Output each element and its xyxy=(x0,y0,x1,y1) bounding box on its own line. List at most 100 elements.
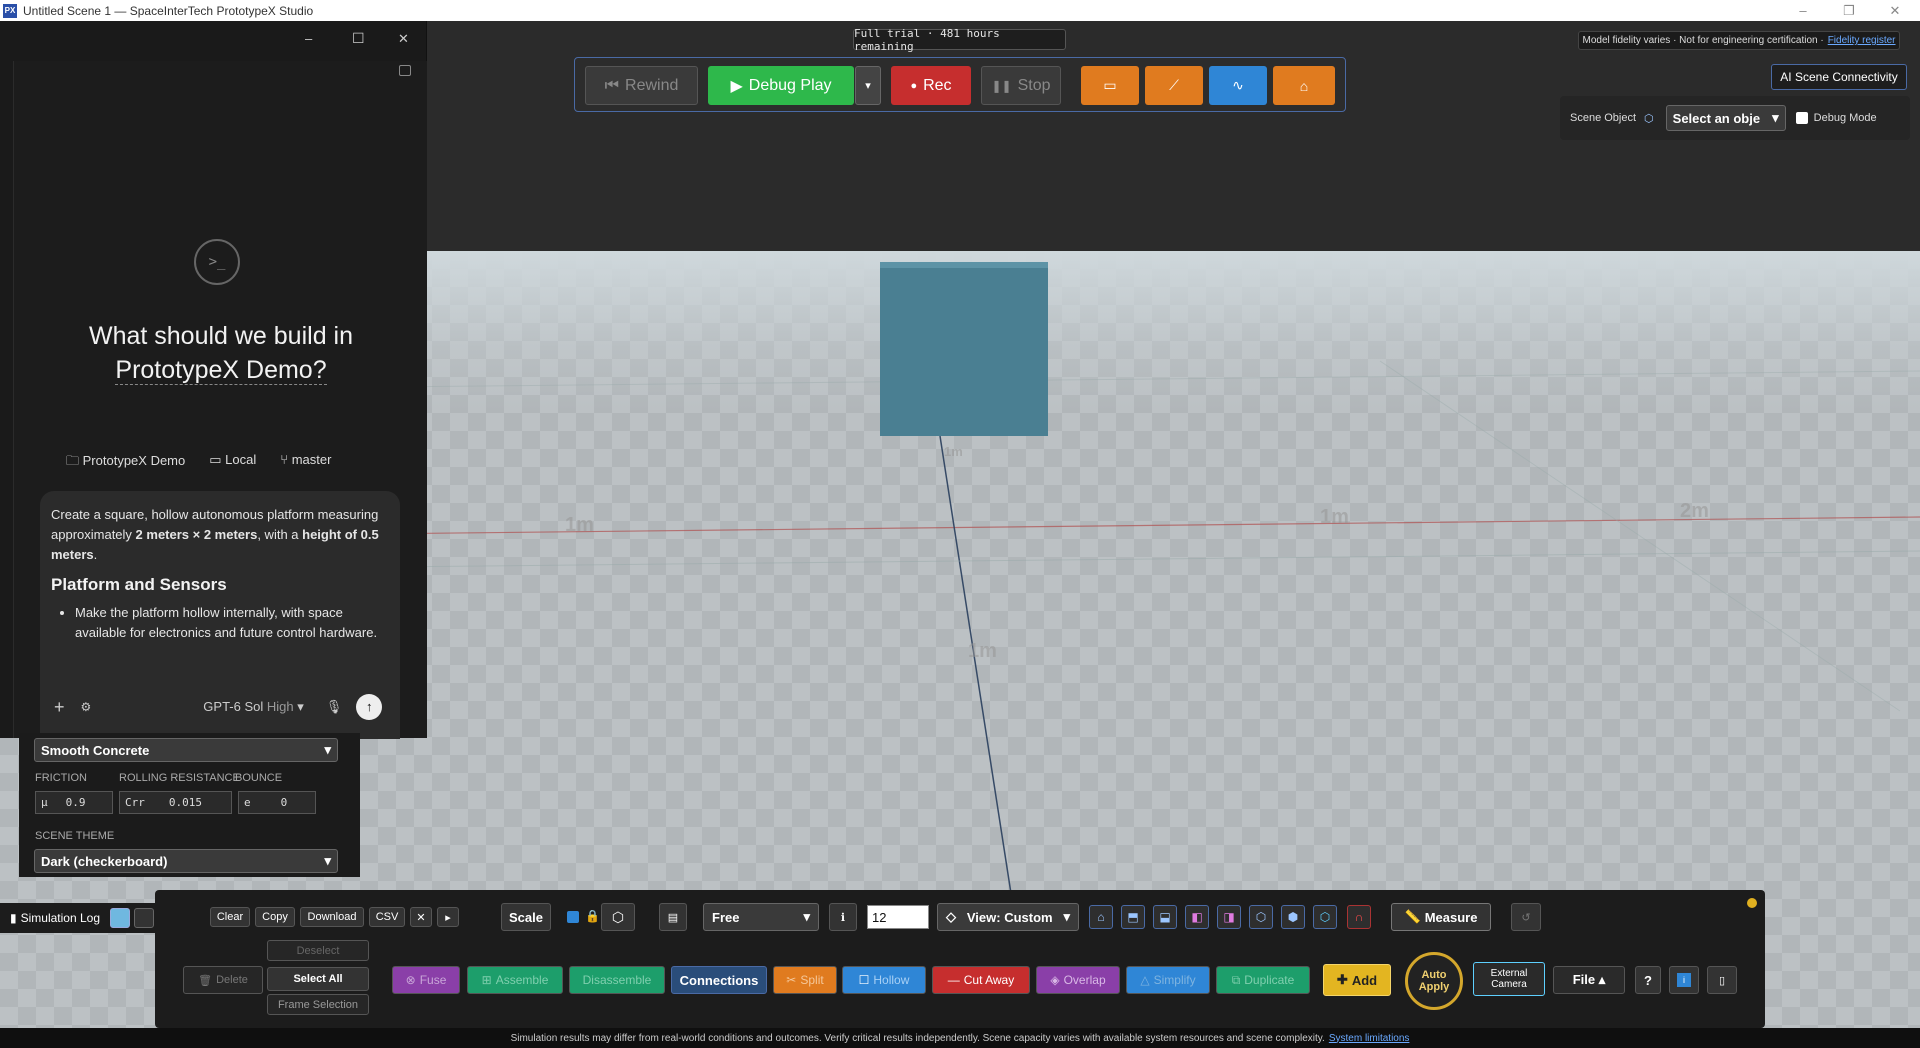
prompt-paragraph: Create a square, hollow autonomous platf… xyxy=(51,507,379,562)
rewind-button[interactable]: ⏮ Rewind xyxy=(585,66,698,105)
clipboard-button[interactable]: ▯ xyxy=(1707,966,1737,994)
simplify-button[interactable]: △ Simplify xyxy=(1126,966,1210,994)
friction-input[interactable]: μ 0.9 xyxy=(35,791,113,814)
play-options-dropdown[interactable]: ▾ xyxy=(855,66,881,105)
restore-icon[interactable]: ❐ xyxy=(1826,0,1872,21)
system-limitations-link[interactable]: System limitations xyxy=(1329,1033,1410,1044)
duplicate-button[interactable]: ⧉ Duplicate xyxy=(1216,966,1310,994)
chevron-down-icon: ▾ xyxy=(297,699,304,714)
deselect-button[interactable]: Deselect xyxy=(267,940,369,961)
disassemble-button[interactable]: Disassemble xyxy=(569,966,665,994)
cut-away-button[interactable]: — Cut Away xyxy=(932,966,1030,994)
project-link[interactable]: PrototypeX Demo? xyxy=(115,356,327,385)
chat-close-icon[interactable]: ✕ xyxy=(398,31,409,47)
prompt-editor[interactable]: Create a square, hollow autonomous platf… xyxy=(40,491,400,739)
view-left-icon[interactable]: ⬡ xyxy=(1249,905,1273,929)
debug-mode-checkbox[interactable] xyxy=(1795,112,1808,124)
sidebar-toggle-icon[interactable] xyxy=(399,65,411,76)
view-select[interactable]: ◇ View: Custom ▾ xyxy=(937,903,1079,931)
assemble-button[interactable]: ⊞ Assemble xyxy=(467,966,563,994)
split-button[interactable]: ✂ Split xyxy=(773,966,837,994)
3d-box-button[interactable]: ⬡ xyxy=(601,903,635,931)
scene-object-select[interactable]: Select an obje ▾ xyxy=(1665,105,1786,131)
info-button[interactable]: ℹ xyxy=(829,903,857,931)
transform-mode-select[interactable]: Free ▾ xyxy=(703,903,819,931)
info-panel-button[interactable]: i xyxy=(1669,966,1699,994)
prompt-list: Make the platform hollow internally, wit… xyxy=(51,603,389,643)
log-toggle[interactable] xyxy=(134,908,154,928)
chat-maximize-icon[interactable]: ☐ xyxy=(352,30,365,47)
clipboard-icon: ▯ xyxy=(1718,974,1726,987)
playback-toolbar: ⏮ Rewind ▶ Debug Play ▾ ● Rec ❚❚ Stop ▭ ⟋ ∿ … xyxy=(574,57,1346,112)
activity-button[interactable]: ∿ xyxy=(1209,66,1267,105)
close-log-icon[interactable]: ✕ xyxy=(410,907,432,927)
view-home-icon[interactable]: ⌂ xyxy=(1089,905,1113,929)
add-button[interactable]: ✚ Add xyxy=(1323,964,1391,996)
clear-log-button[interactable]: Clear xyxy=(210,907,250,927)
overlap-icon: ◈ xyxy=(1050,973,1060,987)
frame-selection-button[interactable]: Frame Selection xyxy=(267,994,369,1015)
close-icon[interactable]: ✕ xyxy=(1872,0,1918,21)
view-iso-icon[interactable]: ⬡ xyxy=(1313,905,1337,929)
download-log-button[interactable]: Download xyxy=(300,907,364,927)
model-selector[interactable]: GPT-6 Sol High ▾ xyxy=(203,697,304,717)
rolling-resistance-input[interactable]: Crr 0.015 xyxy=(119,791,232,814)
hollow-button[interactable]: ☐ Hollow xyxy=(842,966,926,994)
square-icon: ☐ xyxy=(858,973,870,987)
play-icon: ▶ xyxy=(730,77,743,95)
help-button[interactable]: ? xyxy=(1635,966,1661,994)
grid-size-input[interactable]: 12 xyxy=(867,905,929,929)
scene-theme-select[interactable]: Dark (checkerboard) ▾ xyxy=(34,849,338,873)
view-bottom-icon[interactable]: ⬓ xyxy=(1153,905,1177,929)
bounce-input[interactable]: e0 xyxy=(238,791,316,814)
record-button[interactable]: ● Rec xyxy=(891,66,971,105)
trash-icon: 🗑 xyxy=(198,974,213,987)
chat-minimize-icon[interactable]: – xyxy=(305,31,312,46)
auto-apply-button[interactable]: Auto Apply xyxy=(1405,952,1463,1010)
view-front-icon[interactable]: ◧ xyxy=(1185,905,1209,929)
fuse-button[interactable]: ⊗ Fuse xyxy=(392,966,460,994)
platform-cube[interactable] xyxy=(880,262,1048,436)
send-button[interactable]: ↑ xyxy=(356,694,383,720)
measure-button[interactable]: 📏 Measure xyxy=(1391,903,1491,931)
project-chip[interactable]: 🗀 PrototypeX Demo xyxy=(66,452,185,474)
file-menu-button[interactable]: File ▴ xyxy=(1553,966,1625,994)
settings-icon[interactable]: ⚙ xyxy=(81,697,92,717)
trial-badge: Full trial · 481 hours remaining xyxy=(853,27,1066,53)
fidelity-register-link[interactable]: Fidelity register xyxy=(1828,35,1896,46)
print-button[interactable]: ▤ xyxy=(659,903,687,931)
csv-button[interactable]: CSV xyxy=(369,907,405,927)
view-right-icon[interactable]: ⬢ xyxy=(1281,905,1305,929)
scale-button[interactable]: Scale xyxy=(501,903,551,931)
magnet-icon[interactable]: ∩ xyxy=(1347,905,1371,929)
scale-checkbox[interactable] xyxy=(567,911,579,923)
ai-scene-connectivity-button[interactable]: AI Scene Connectivity xyxy=(1771,64,1907,90)
external-camera-button[interactable]: External Camera xyxy=(1473,962,1545,996)
overlap-button[interactable]: ◈ Overlap xyxy=(1036,966,1120,994)
stop-button[interactable]: ❚❚ Stop xyxy=(981,66,1061,105)
material-select[interactable]: Smooth Concrete ▾ xyxy=(34,738,338,762)
image-icon: ▭ xyxy=(1103,77,1117,93)
fidelity-notice: Model fidelity varies · Not for engineer… xyxy=(1578,31,1900,50)
log-color-swatch[interactable] xyxy=(110,908,130,928)
undo-button[interactable]: ↺ xyxy=(1511,903,1541,931)
minimize-icon[interactable]: – xyxy=(1780,0,1826,21)
connections-button[interactable]: Connections xyxy=(671,966,767,994)
lock-icon[interactable]: 🔒 xyxy=(585,909,600,923)
view-top-icon[interactable]: ⬒ xyxy=(1121,905,1145,929)
fidelity-text: Model fidelity varies · Not for engineer… xyxy=(1582,35,1824,46)
branch-chip[interactable]: ⑂ master xyxy=(280,452,331,474)
add-attachment-icon[interactable]: + xyxy=(54,697,65,717)
env-chip[interactable]: ▭ Local xyxy=(209,452,256,474)
debug-play-button[interactable]: ▶ Debug Play xyxy=(708,66,854,105)
microphone-icon[interactable]: 🎙 xyxy=(326,697,343,717)
view-back-icon[interactable]: ◨ xyxy=(1217,905,1241,929)
home-button[interactable]: ⌂ xyxy=(1273,66,1335,105)
delete-button[interactable]: 🗑 Delete xyxy=(183,966,263,994)
chart-button[interactable]: ⟋ xyxy=(1145,66,1203,105)
screenshot-button[interactable]: ▭ xyxy=(1081,66,1139,105)
copy-log-button[interactable]: Copy xyxy=(255,907,295,927)
minus-icon: — xyxy=(947,973,960,987)
play-log-icon[interactable]: ▸ xyxy=(437,907,459,927)
select-all-button[interactable]: Select All xyxy=(267,967,369,991)
